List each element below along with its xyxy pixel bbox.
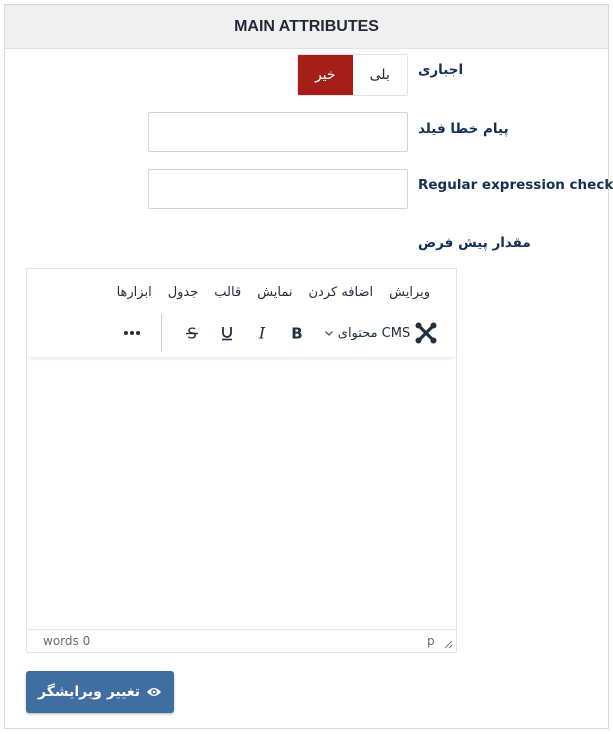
editor-statusbar: words 0 p	[27, 629, 456, 653]
menu-edit[interactable]: ویرایش	[381, 285, 438, 300]
chevron-down-icon	[324, 331, 333, 336]
editor-toolbar: محتوای CMS B I	[27, 309, 456, 357]
svg-text:B: B	[291, 325, 302, 341]
editor-menubar: ویرایش اضافه کردن نمایش قالب جدول ابزاره…	[109, 285, 438, 300]
cms-content-dropdown[interactable]: محتوای CMS	[317, 309, 445, 357]
toggle-editor-label: تغییر ویرایشگر	[38, 684, 140, 700]
menu-format[interactable]: قالب	[206, 285, 249, 300]
eye-icon	[147, 688, 161, 696]
element-path[interactable]: p	[427, 634, 435, 648]
strikethrough-icon: S	[186, 325, 198, 341]
more-button[interactable]	[117, 309, 147, 357]
underline-button[interactable]	[212, 309, 242, 357]
required-toggle: خیر بلی	[297, 54, 408, 96]
menu-insert[interactable]: اضافه کردن	[300, 285, 381, 300]
required-yes-option[interactable]: بلی	[352, 55, 407, 95]
menu-tools[interactable]: ابزارها	[109, 285, 160, 300]
resize-handle-icon[interactable]	[443, 639, 453, 649]
strikethrough-button[interactable]: S	[177, 309, 207, 357]
required-label: اجباری	[418, 62, 464, 78]
panel-title: MAIN ATTRIBUTES	[5, 5, 608, 49]
toggle-editor-button[interactable]: تغییر ویرایشگر	[26, 671, 174, 713]
rich-text-editor: ویرایش اضافه کردن نمایش قالب جدول ابزاره…	[26, 268, 457, 653]
italic-icon: I	[258, 325, 266, 341]
word-count: words 0	[43, 634, 91, 648]
more-icon	[124, 331, 140, 335]
italic-button[interactable]: I	[247, 309, 277, 357]
bold-icon: B	[291, 325, 302, 341]
underline-icon	[222, 327, 232, 341]
cms-content-label: محتوای CMS	[337, 325, 411, 341]
required-no-option[interactable]: خیر	[298, 55, 353, 95]
bold-button[interactable]: B	[282, 309, 312, 357]
toolbar-separator	[161, 314, 162, 352]
svg-text:I: I	[258, 325, 266, 341]
error-message-label: پیام خطا فیلد	[418, 121, 509, 137]
regex-label: Regular expression check	[418, 177, 613, 193]
default-value-label: مقدار پیش فرض	[418, 235, 531, 251]
menu-view[interactable]: نمایش	[249, 285, 300, 300]
error-message-input[interactable]	[148, 112, 408, 152]
regex-input[interactable]	[148, 169, 408, 209]
joomla-icon	[415, 322, 437, 344]
editor-content-area[interactable]	[27, 361, 456, 627]
menu-table[interactable]: جدول	[160, 285, 207, 300]
